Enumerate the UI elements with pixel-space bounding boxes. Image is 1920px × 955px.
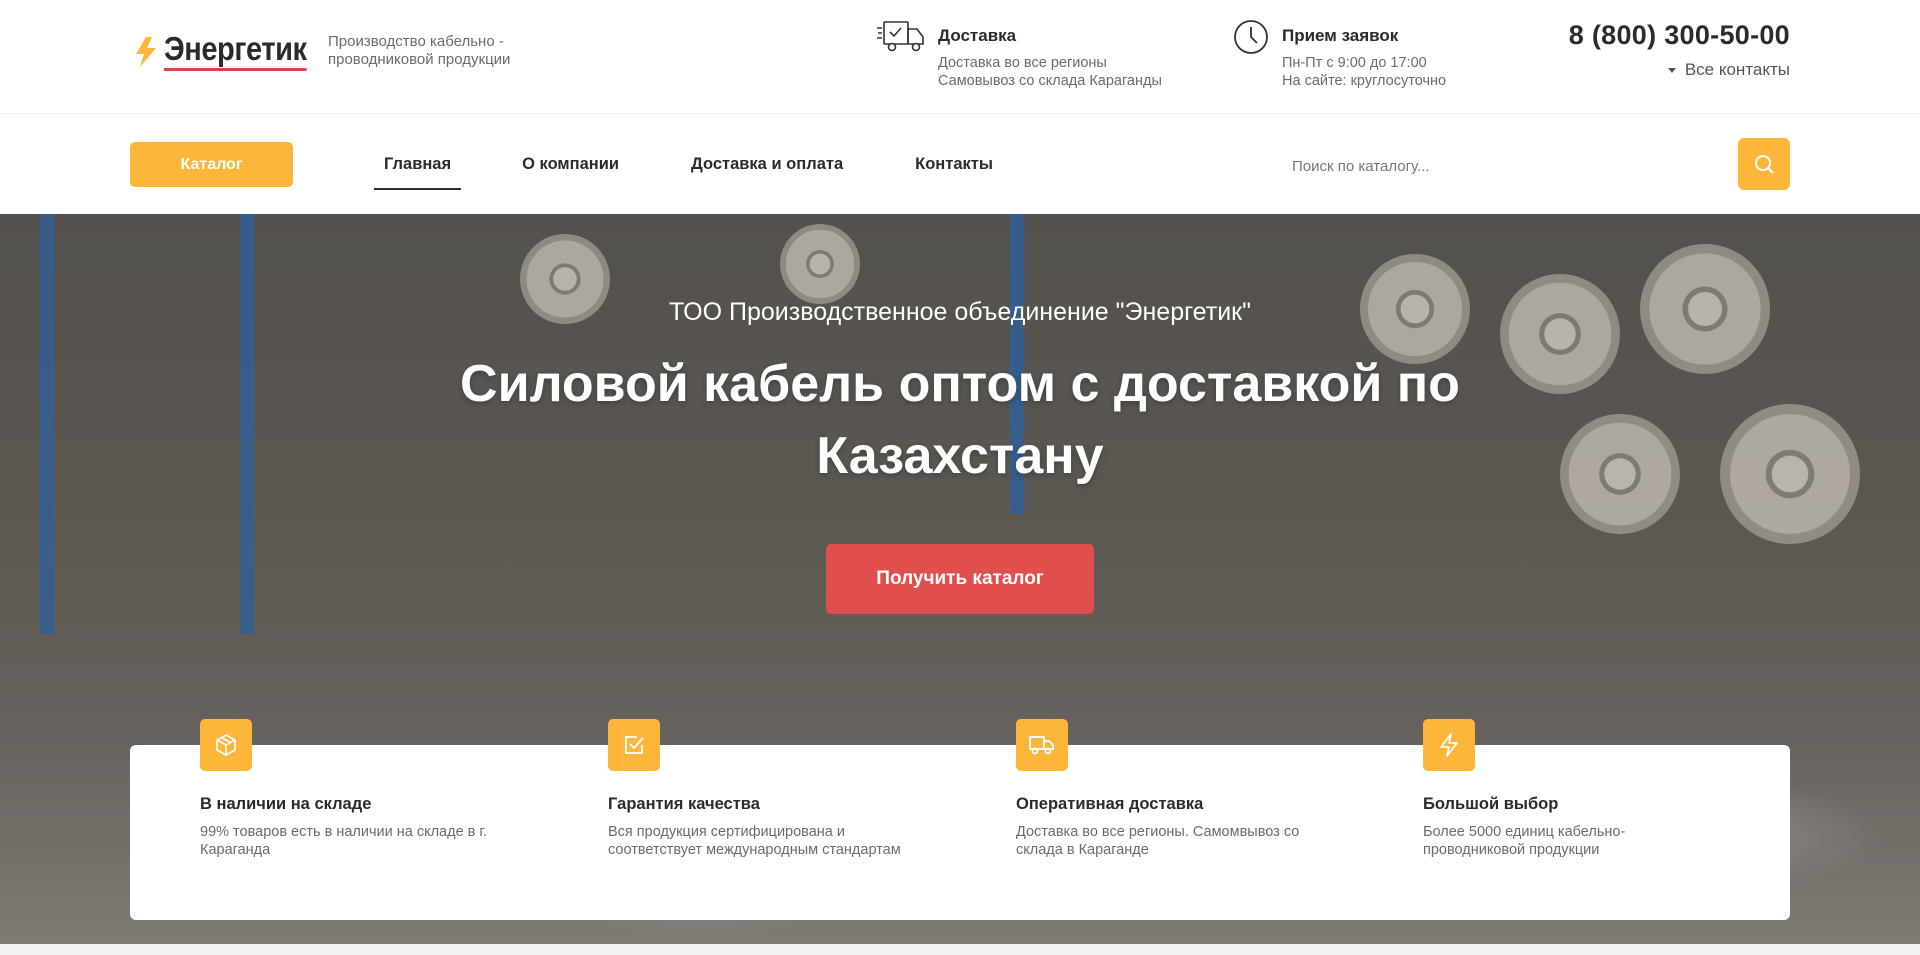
lightning-logo-icon — [136, 36, 156, 67]
background-image — [1560, 414, 1680, 534]
menu-item-contacts[interactable]: Контакты — [905, 114, 1003, 214]
requests-line: Пн-Пт с 9:00 до 17:00 — [1282, 55, 1427, 71]
features-panel: В наличии на складе 99% товаров есть в н… — [130, 719, 1790, 920]
hero-subtitle: ТОО Производственное объединение "Энерге… — [669, 298, 1251, 326]
menu-item-about[interactable]: О компании — [512, 114, 629, 214]
search-input[interactable] — [1280, 142, 1720, 190]
all-contacts-link[interactable]: Все контакты — [1667, 60, 1790, 80]
background-image — [40, 214, 54, 634]
delivery-line: Самовывоз со склада Караганды — [938, 73, 1162, 89]
clock-icon — [1232, 18, 1270, 90]
feature-text: 99% товаров есть в наличии на складе в г… — [200, 824, 487, 858]
box-icon — [200, 719, 252, 771]
site-logo[interactable]: Энергетик — [132, 32, 326, 71]
menu-item-delivery[interactable]: Доставка и оплата — [681, 114, 853, 214]
catalog-button[interactable]: Каталог — [130, 142, 293, 187]
caret-down-icon — [1667, 67, 1676, 73]
feature-title: Большой выбор — [1423, 795, 1559, 813]
checkbox-icon — [608, 719, 660, 771]
page-bottom-strip — [0, 944, 1920, 955]
requests-title: Прием заявок — [1282, 26, 1399, 45]
company-tagline: Производство кабельно - проводниковой пр… — [328, 33, 511, 68]
feature-title: Гарантия качества — [608, 795, 760, 813]
feature-text: Более 5000 единиц кабельно-проводниковой… — [1423, 824, 1626, 858]
all-contacts-label: Все контакты — [1684, 60, 1790, 79]
menu-item-home[interactable]: Главная — [374, 114, 462, 214]
search-icon — [1755, 155, 1774, 174]
main-navbar: Каталог Главная О компании Доставка и оп… — [0, 114, 1920, 214]
search-button[interactable] — [1738, 138, 1790, 190]
feature-text: Доставка во все регионы. Самомвывоз со с… — [1016, 824, 1300, 858]
main-menu: Главная О компании Доставка и оплата Кон… — [374, 114, 1003, 214]
hero-title: Силовой кабель оптом с доставкой по Каза… — [460, 355, 1460, 485]
top-header: Энергетик Производство кабельно - провод… — [0, 0, 1920, 114]
lightning-icon — [1423, 719, 1475, 771]
feature-text: Вся продукция сертифицирована и соответс… — [608, 824, 901, 858]
delivery-title: Доставка — [938, 26, 1017, 45]
background-image — [240, 214, 254, 634]
requests-line: На сайте: круглосуточно — [1282, 73, 1447, 89]
delivery-line: Доставка во все регионы — [938, 55, 1107, 71]
feature-title: В наличии на складе — [200, 795, 372, 813]
feature-title: Оперативная доставка — [1016, 795, 1204, 813]
requests-info: Прием заявок Пн-Пт с 9:00 до 17:00 На са… — [1232, 18, 1446, 90]
background-image — [1720, 404, 1860, 544]
truck-icon — [1016, 719, 1068, 771]
get-catalog-button[interactable]: Получить каталог — [826, 544, 1094, 614]
phone-number[interactable]: 8 (800) 300-50-00 — [1569, 20, 1790, 51]
truck-icon — [876, 18, 926, 90]
delivery-info: Доставка Доставка во все регионы Самовыв… — [876, 18, 1162, 90]
logo-text: Энергетик — [164, 32, 307, 71]
background-image — [780, 224, 860, 304]
